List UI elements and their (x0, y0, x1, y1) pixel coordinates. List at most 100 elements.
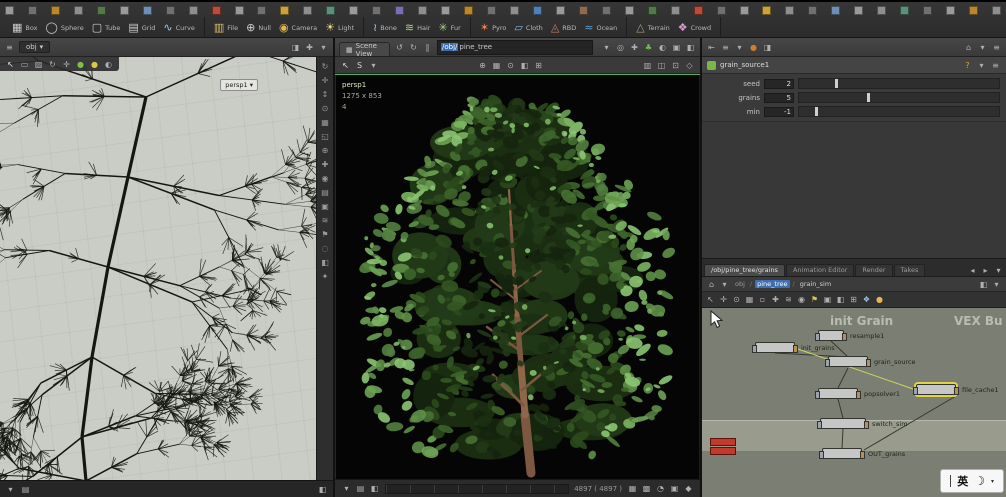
pane-header-icon[interactable]: ◐ (657, 42, 668, 53)
pane-header-icon[interactable]: ◧ (685, 42, 696, 53)
pane-header-icon[interactable]: ✚ (304, 42, 315, 53)
network-tool-icon[interactable]: ◉ (796, 294, 807, 305)
shelf-tab-icon[interactable] (740, 6, 749, 15)
shelf-tool-button[interactable]: ▢Tube (89, 21, 124, 34)
shelf-tool-button[interactable]: △Terrain (633, 21, 672, 34)
tab-nav-icon[interactable]: ▸ (980, 265, 991, 276)
shelf-tab-icon[interactable] (808, 6, 817, 15)
view-control-icon[interactable]: ◉ (319, 172, 331, 184)
network-node[interactable]: popsolver1 (818, 388, 858, 399)
playbar-icon[interactable]: ▣ (669, 483, 680, 494)
bottombar-icon[interactable]: ▾ (5, 484, 16, 495)
timeline-track[interactable] (385, 484, 569, 494)
viewport-tool-icon[interactable]: ▭ (19, 59, 30, 70)
viewport-tool-icon[interactable]: ◫ (656, 60, 667, 71)
moon-icon[interactable]: ☽ (974, 474, 985, 488)
network-tool-icon[interactable]: ⚑ (809, 294, 820, 305)
playbar-icon[interactable]: ▦ (627, 483, 638, 494)
shelf-tab-icon[interactable] (946, 6, 955, 15)
shelf-tool-button[interactable]: ∿Curve (160, 21, 197, 34)
shelf-tool-button[interactable]: ◉Camera (276, 21, 320, 34)
network-tool-icon[interactable]: ⊞ (848, 294, 859, 305)
shelf-tool-button[interactable]: ▥File (211, 21, 241, 34)
pane-header-icon[interactable]: ▣ (671, 42, 682, 53)
viewport-tool-icon[interactable]: ⊞ (533, 60, 544, 71)
shelf-tab-icon[interactable] (785, 6, 794, 15)
param-header-icon[interactable]: ▾ (976, 60, 987, 71)
view-control-icon[interactable]: ◧ (319, 256, 331, 268)
viewport-tool-icon[interactable]: ⊙ (505, 60, 516, 71)
shelf-tab-icon[interactable] (235, 6, 244, 15)
shelf-tab-icon[interactable] (464, 6, 473, 15)
shelf-tab-icon[interactable] (395, 6, 404, 15)
param-header-icon[interactable]: ? (962, 60, 973, 71)
ime-indicator[interactable]: 英 ☽ ▾ (940, 469, 1004, 493)
network-node[interactable]: switch_sim (820, 418, 866, 429)
shelf-tab-icon[interactable] (694, 6, 703, 15)
shelf-tab-icon[interactable] (579, 6, 588, 15)
pane-header-icon[interactable]: ⌂ (963, 42, 974, 53)
breadcrumb-segment[interactable]: / (748, 280, 754, 288)
parameter-value-field[interactable]: -1 (764, 107, 794, 117)
shelf-tab-icon[interactable] (900, 6, 909, 15)
shelf-tab-icon[interactable] (143, 6, 152, 15)
network-tool-icon[interactable]: ● (874, 294, 885, 305)
network-node[interactable]: resample1 (818, 330, 844, 341)
shelf-tab-icon[interactable] (671, 6, 680, 15)
net-path-icon[interactable]: ◧ (978, 279, 989, 290)
shelf-tab-icon[interactable] (969, 6, 978, 15)
network-tab[interactable]: Render (855, 264, 892, 276)
pane-header-icon[interactable]: ▾ (318, 42, 329, 53)
shelf-tab-icon[interactable] (992, 6, 1001, 15)
shelf-tab-icon[interactable] (74, 6, 83, 15)
view-control-icon[interactable]: ⚑ (319, 228, 331, 240)
viewport-tool-icon[interactable]: ▾ (368, 60, 379, 71)
viewport-tool-icon[interactable]: ▨ (33, 59, 44, 70)
viewport-tool-icon[interactable]: ↖ (340, 60, 351, 71)
shelf-tab-icon[interactable] (762, 6, 771, 15)
view-control-icon[interactable]: ↕ (319, 88, 331, 100)
pane-header-icon[interactable]: ⇤ (706, 42, 717, 53)
shelf-tab-icon[interactable] (533, 6, 542, 15)
shelf-tab-icon[interactable] (602, 6, 611, 15)
view-control-icon[interactable]: ▣ (319, 200, 331, 212)
network-tool-icon[interactable]: ✚ (770, 294, 781, 305)
network-node[interactable]: grain_source (828, 356, 868, 367)
param-header-icon[interactable]: ≡ (990, 60, 1001, 71)
network-tool-icon[interactable]: ▦ (744, 294, 755, 305)
view-control-icon[interactable]: ✚ (319, 158, 331, 170)
shelf-tool-button[interactable]: ◬RBD (548, 21, 579, 34)
shelf-tab-icon[interactable] (51, 6, 60, 15)
network-tool-icon[interactable]: ≋ (783, 294, 794, 305)
slider-handle[interactable] (815, 107, 818, 116)
shelf-tab-icon[interactable] (418, 6, 427, 15)
chevron-down-icon[interactable]: ▾ (991, 478, 994, 485)
camera-selector[interactable]: persp1 ▾ (220, 79, 258, 91)
playbar-icon[interactable]: ◔ (655, 483, 666, 494)
left-path-chip[interactable]: obj▾ (19, 41, 50, 53)
render-viewport[interactable]: persp1 1275 x 853 4 (335, 74, 700, 479)
viewport-tool-icon[interactable]: ↖ (5, 59, 16, 70)
network-tool-icon[interactable]: ▫ (757, 294, 768, 305)
pane-header-icon[interactable]: ▾ (977, 42, 988, 53)
viewport-tool-icon[interactable]: ◇ (684, 60, 695, 71)
shelf-tool-button[interactable]: ≈Ocean (581, 21, 620, 34)
shelf-tab-icon[interactable] (326, 6, 335, 15)
net-path-icon[interactable]: ⌂ (706, 279, 717, 290)
playbar-icon[interactable]: ◆ (683, 483, 694, 494)
slider-handle[interactable] (835, 79, 838, 88)
playbar-icon[interactable]: ◧ (369, 483, 380, 494)
wireframe-viewport[interactable]: ↖▭▨↻✛●●◐ persp1 ▾ (0, 57, 316, 480)
shelf-tab-icon[interactable] (877, 6, 886, 15)
viewport-tool-icon[interactable]: S (354, 60, 365, 71)
pane-header-icon[interactable]: ▾ (734, 42, 745, 53)
shelf-tab-icon[interactable] (510, 6, 519, 15)
shelf-tab-icon[interactable] (556, 6, 565, 15)
pane-header-icon[interactable]: ∥ (422, 42, 433, 53)
viewport-tool-icon[interactable]: ▥ (642, 60, 653, 71)
pane-header-icon[interactable]: ▾ (601, 42, 612, 53)
shelf-tab-icon[interactable] (28, 6, 37, 15)
network-tool-icon[interactable]: ↖ (705, 294, 716, 305)
shelf-tool-button[interactable]: ☀Light (322, 21, 357, 34)
view-control-icon[interactable]: ◌ (319, 242, 331, 254)
